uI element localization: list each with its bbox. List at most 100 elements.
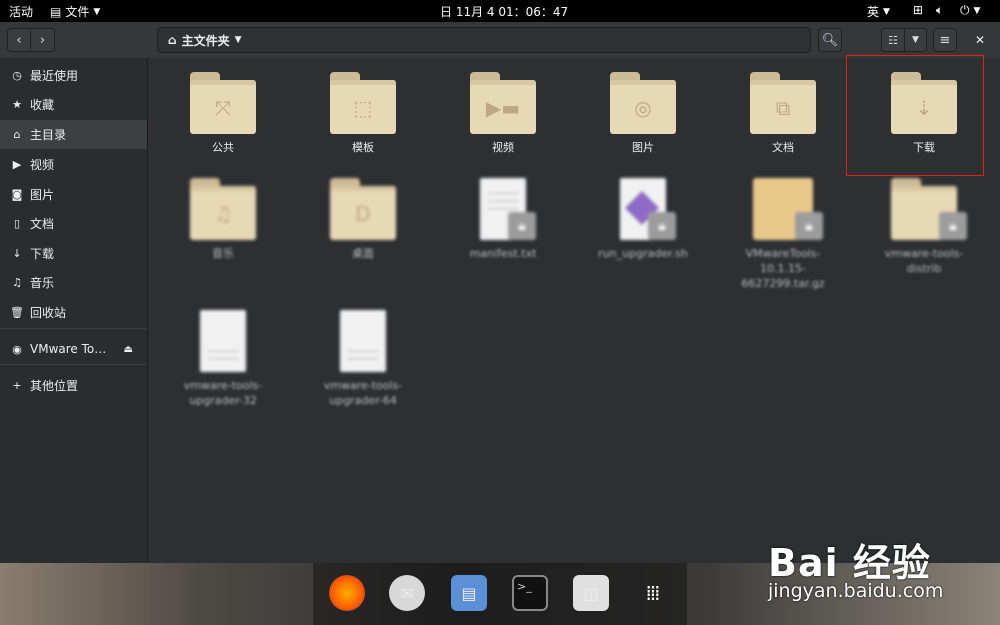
sidebar-item-recent[interactable]: ◷ 最近使用 (0, 62, 147, 88)
view-mode-button[interactable]: ☷ (881, 28, 905, 52)
search-icon: 🔍︎ (821, 32, 839, 48)
download-icon: ↓ (12, 246, 22, 260)
sidebar-item-vmware-tools[interactable]: ◉ VMware To… ⏏ (0, 336, 147, 362)
file-item-label: 公共 (212, 141, 234, 154)
home-icon: ⌂ (13, 128, 21, 141)
file-item-templates[interactable]: ⬚ 模板 (308, 72, 418, 155)
clock[interactable]: 日 11月 4 01：06：47 (440, 3, 568, 20)
forward-button[interactable]: › (31, 28, 55, 52)
file-item-upgrader-64[interactable]: vmware-tools-upgrader-64 (308, 310, 418, 408)
sidebar-divider (0, 364, 147, 365)
header-bar: ‹ › ⌂ 主文件夹 ▼ 🔍︎ ☷ ▼ ≡ ✕ (0, 22, 1000, 59)
sidebar-item-label: 图片 (30, 187, 55, 202)
app-menu-label: 文件 (65, 5, 90, 19)
close-button[interactable]: ✕ (968, 28, 992, 52)
app-grid-icon[interactable]: ⁞⁞⁞ (634, 575, 670, 611)
file-item-videos[interactable]: ▶▬ 视频 (448, 72, 558, 155)
chevron-down-icon: ▼ (912, 35, 919, 45)
firefox-icon[interactable] (329, 575, 365, 611)
file-item-manifest[interactable]: 🔒︎ manifest.txt (448, 178, 558, 261)
star-icon: ★ (12, 97, 22, 111)
folder-locked-icon: 🔒︎ (891, 178, 967, 240)
chevron-down-icon: ▼ (234, 35, 242, 45)
file-item-label: vmware-tools-distrib (884, 247, 964, 275)
menu-button[interactable]: ≡ (933, 28, 957, 52)
sidebar-item-label: 其他位置 (30, 378, 79, 393)
folder-share-icon: ⤧ (190, 72, 256, 134)
file-item-pictures[interactable]: ◎ 图片 (588, 72, 698, 155)
activities-button[interactable]: 活动 (9, 3, 33, 20)
sidebar-item-pictures[interactable]: ◙ 图片 (0, 181, 147, 207)
video-icon: ▶ (12, 157, 22, 171)
sidebar-item-music[interactable]: ♫ 音乐 (0, 269, 147, 295)
software-icon[interactable]: ◫ (573, 575, 609, 611)
executable-file-icon (200, 310, 246, 372)
folder-documents-icon: ⧉ (750, 72, 816, 134)
file-item-vmwaretools-archive[interactable]: 🔒︎ VMwareTools-10.1.15-6627299.tar.gz (728, 178, 838, 291)
eject-icon[interactable]: ⏏ (124, 344, 133, 355)
file-item-label: 音乐 (212, 247, 234, 260)
plus-icon: + (12, 378, 22, 392)
sidebar-item-downloads[interactable]: ↓ 下载 (0, 240, 147, 266)
sidebar-item-other-locations[interactable]: + 其他位置 (0, 372, 147, 398)
file-item-label: vmware-tools-upgrader-64 (323, 379, 403, 407)
file-item-label: vmware-tools-upgrader-32 (183, 379, 263, 407)
view-options-button[interactable]: ▼ (905, 28, 927, 52)
folder-music-icon: ♫ (190, 178, 256, 240)
file-item-label: run_upgrader.sh (598, 247, 688, 260)
text-file-icon: 🔒︎ (480, 178, 536, 240)
evolution-icon[interactable]: ✉ (389, 575, 425, 611)
script-file-icon: 🔒︎ (620, 178, 676, 240)
sidebar-item-label: 视频 (30, 157, 55, 172)
sidebar-item-documents[interactable]: ▯ 文档 (0, 210, 147, 236)
search-button[interactable]: 🔍︎ (818, 28, 842, 52)
file-item-label: 桌面 (352, 247, 374, 260)
folder-templates-icon: ⬚ (330, 72, 396, 134)
lock-icon: 🔒︎ (939, 212, 967, 240)
executable-file-icon (340, 310, 386, 372)
volume-icon[interactable]: 🔈︎ (936, 3, 943, 18)
file-item-label: VMwareTools-10.1.15-6627299.tar.gz (741, 247, 825, 290)
activities-label: 活动 (9, 5, 34, 19)
sidebar-item-label: 文档 (30, 216, 55, 231)
music-icon: ♫ (12, 275, 22, 289)
highlight-box (846, 55, 984, 176)
clock-icon: ◷ (12, 68, 22, 82)
input-method-menu[interactable]: 英 ▼ (867, 3, 890, 20)
app-menu[interactable]: ▤ 文件 ▼ (50, 3, 100, 20)
folder-desktop-icon: D (330, 178, 396, 240)
file-item-run-upgrader[interactable]: 🔒︎ run_upgrader.sh (588, 178, 698, 261)
power-menu[interactable]: ⏻ ▼ (960, 3, 980, 18)
sidebar-item-label: 音乐 (30, 275, 55, 290)
file-item-documents[interactable]: ⧉ 文档 (728, 72, 838, 155)
file-item-desktop[interactable]: D 桌面 (308, 178, 418, 261)
file-item-label: 视频 (492, 141, 514, 154)
terminal-icon[interactable]: >_ (512, 575, 548, 611)
home-icon: ⌂ (168, 33, 177, 47)
sidebar-item-label: 下载 (30, 246, 55, 261)
file-item-label: 图片 (632, 141, 654, 154)
path-home-button[interactable]: ⌂ 主文件夹 ▼ (162, 30, 248, 50)
sidebar-item-trash[interactable]: 🗑︎ 回收站 (0, 299, 147, 325)
network-icon[interactable]: ⊞ (913, 3, 923, 17)
folder-videos-icon: ▶▬ (470, 72, 536, 134)
sidebar-item-videos[interactable]: ▶ 视频 (0, 151, 147, 177)
file-item-public[interactable]: ⤧ 公共 (168, 72, 278, 155)
sidebar-item-starred[interactable]: ★ 收藏 (0, 91, 147, 117)
file-item-music[interactable]: ♫ 音乐 (168, 178, 278, 261)
sidebar-item-label: 主目录 (30, 128, 67, 142)
watermark-brand: Bai 经验 (768, 541, 931, 585)
sidebar-item-label: 最近使用 (30, 68, 79, 83)
watermark-url: jingyan.baidu.com (768, 580, 944, 602)
power-icon: ⏻ (960, 3, 970, 17)
file-item-upgrader-32[interactable]: vmware-tools-upgrader-32 (168, 310, 278, 408)
hamburger-icon: ≡ (939, 32, 951, 48)
files-icon[interactable]: ▤ (451, 575, 487, 611)
chevron-left-icon: ‹ (16, 32, 22, 48)
back-button[interactable]: ‹ (7, 28, 31, 52)
path-label: 主文件夹 (181, 33, 230, 48)
file-item-vmware-tools-distrib[interactable]: 🔒︎ vmware-tools-distrib (869, 178, 979, 276)
sidebar-item-home[interactable]: ⌂ 主目录 (0, 120, 147, 149)
camera-icon: ◙ (11, 187, 23, 201)
close-icon: ✕ (974, 33, 986, 47)
